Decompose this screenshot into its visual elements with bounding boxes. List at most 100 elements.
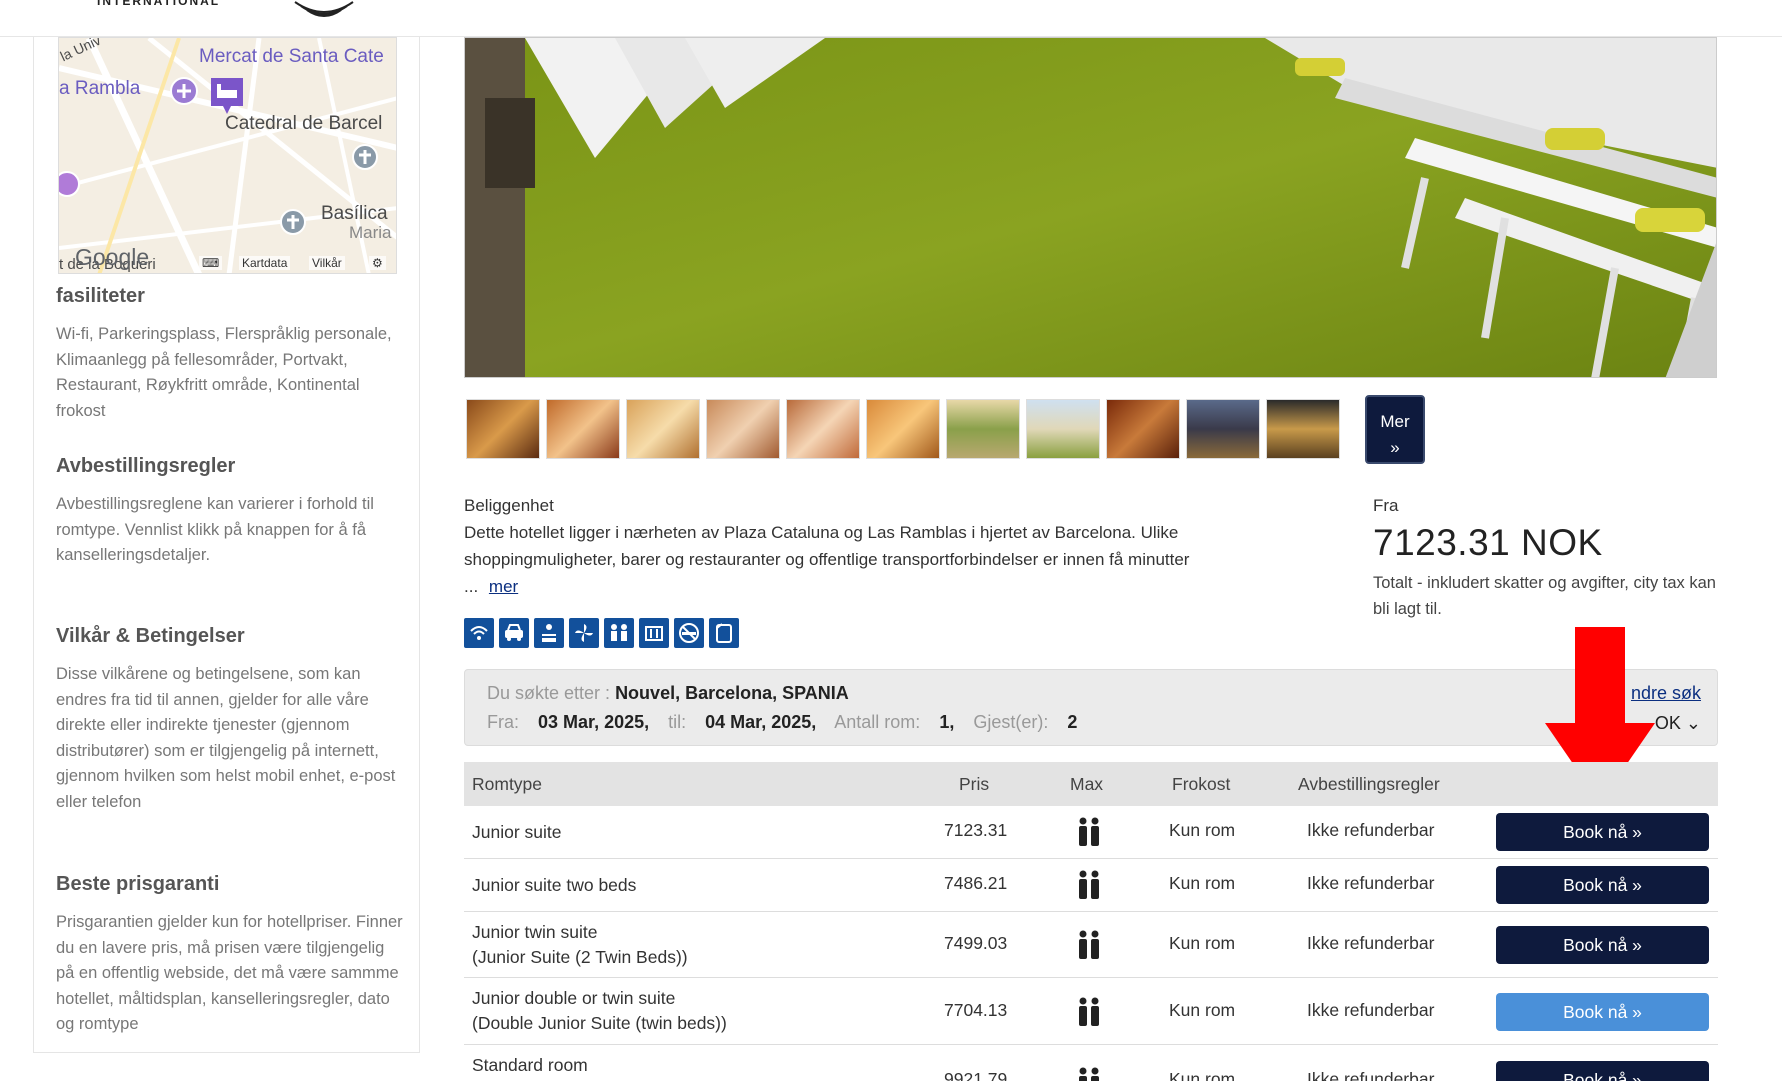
room-name: Junior suite — [472, 822, 562, 842]
google-logo: Google — [75, 244, 150, 270]
header-breakfast: Frokost — [1172, 774, 1231, 794]
terms-text: Disse vilkårene og betingelsene, som kan… — [56, 665, 396, 811]
thumbnail[interactable] — [1266, 399, 1340, 459]
room-name-block: Junior twin suite (Junior Suite (2 Twin … — [472, 920, 688, 970]
keyboard-icon[interactable]: ⌨ — [199, 256, 223, 270]
facilities-section: fasiliteter Wi-fi, Parkeringsplass, Fler… — [56, 285, 406, 424]
price-guarantee-section: Beste prisgaranti Prisgarantien gjelder … — [56, 873, 406, 1038]
facilities-title: fasiliteter — [56, 285, 145, 307]
chevron-down-icon: ⌄ — [1685, 713, 1701, 733]
rooms-label: Antall rom: — [834, 712, 921, 732]
header-cancellation: Avbestillingsregler — [1298, 774, 1440, 794]
thumbnail[interactable] — [1026, 399, 1100, 459]
two-persons-icon — [1079, 930, 1099, 959]
gear-icon[interactable]: ⚙ — [369, 256, 386, 270]
two-persons-icon — [1079, 997, 1099, 1026]
cancellation-info: Ikke refunderbar — [1307, 820, 1435, 840]
price-note: Totalt - inkludert skatter og avgifter, … — [1373, 574, 1716, 618]
thumbnail[interactable] — [1106, 399, 1180, 459]
breakfast-info: Kun rom — [1169, 1000, 1236, 1020]
table-row: Junior double or twin suite (Double Juni… — [464, 978, 1718, 1045]
map-label: Basílica — [321, 203, 388, 224]
concierge-icon — [534, 618, 564, 648]
room-name: Junior twin suite — [472, 922, 598, 942]
thumbnail[interactable] — [866, 399, 940, 459]
guests-value: 2 — [1067, 712, 1078, 732]
thumbnail[interactable] — [466, 399, 540, 459]
thumbnail[interactable] — [1186, 399, 1260, 459]
breakfast-info: Kun rom — [1169, 1069, 1236, 1081]
church-marker-icon[interactable] — [351, 143, 379, 171]
two-persons-icon — [1079, 817, 1099, 846]
room-price: 9921.79 — [944, 1069, 1008, 1081]
cancellation-info: Ikke refunderbar — [1307, 1000, 1435, 1020]
read-more-link[interactable]: mer — [489, 577, 518, 596]
room-name: Standard room — [472, 1055, 588, 1075]
hospital-marker-icon[interactable] — [169, 76, 199, 106]
thumbnail[interactable] — [946, 399, 1020, 459]
room-price: 7486.21 — [944, 873, 1008, 893]
cancellation-title: Avbestillingsregler — [56, 455, 236, 477]
air-conditioning-icon — [569, 618, 599, 648]
hotel-main-photo[interactable] — [464, 37, 1717, 378]
cancellation-info: Ikke refunderbar — [1307, 1069, 1435, 1081]
to-value: 04 Mar, 2025, — [705, 712, 817, 732]
total-price: 7123.31 NOK — [1373, 522, 1603, 563]
from-value: 03 Mar, 2025, — [538, 712, 650, 732]
location-map[interactable]: Mercat de Santa Cate a Rambla Catedral d… — [58, 37, 397, 274]
searched-for: Du søkte etter : Nouvel, Barcelona, SPAN… — [487, 683, 849, 704]
to-label: til: — [668, 712, 687, 732]
currency-value: OK — [1654, 713, 1681, 733]
thumbnail[interactable] — [546, 399, 620, 459]
cancellation-text: Avbestillingsreglene kan varierer i forh… — [56, 495, 374, 564]
location-ellipsis: ... — [464, 577, 479, 596]
multilingual-staff-icon — [604, 618, 634, 648]
thumbnail[interactable] — [786, 399, 860, 459]
book-now-button[interactable]: Book nå » — [1496, 993, 1709, 1031]
map-terms-link[interactable]: Vilkår — [309, 256, 345, 270]
restaurant-icon — [639, 618, 669, 648]
book-now-button[interactable]: Book nå » — [1496, 926, 1709, 964]
search-summary: Du søkte etter : Nouvel, Barcelona, SPAN… — [464, 669, 1718, 746]
price-guarantee-title: Beste prisgaranti — [56, 873, 220, 895]
museum-marker-icon[interactable] — [59, 170, 83, 198]
guest-count: Gjest(er): 2 — [973, 712, 1077, 732]
more-photos-button[interactable]: Mer » — [1365, 395, 1425, 464]
location-description: Dette hotellet ligger i nærheten av Plaz… — [464, 519, 1294, 600]
facilities-text: Wi-fi, Parkeringsplass, Flerspråklig per… — [56, 325, 392, 420]
thumbnail[interactable] — [626, 399, 700, 459]
room-subtitle: (Junior Suite (2 Twin Beds)) — [472, 947, 688, 967]
thumbnail[interactable] — [706, 399, 780, 459]
from-label: Fra: — [487, 712, 520, 732]
room-name: Junior suite two beds — [472, 875, 637, 895]
two-persons-icon — [1079, 1067, 1099, 1081]
guests-label: Gjest(er): — [973, 712, 1049, 732]
church-marker-icon[interactable] — [279, 208, 307, 236]
parking-icon — [499, 618, 529, 648]
location-title: Beliggenhet — [464, 496, 554, 515]
map-data-link[interactable]: Kartdata — [239, 256, 291, 270]
price-from-label: Fra — [1373, 496, 1399, 515]
searched-value: Nouvel, Barcelona, SPANIA — [615, 683, 849, 703]
book-now-button[interactable]: Book nå » — [1496, 813, 1709, 851]
book-now-button[interactable]: Book nå » — [1496, 866, 1709, 904]
book-now-button[interactable]: Book nå » — [1496, 1061, 1709, 1081]
rooms-table: Romtype Pris Max Frokost Avbestillingsre… — [464, 762, 1718, 1081]
from-date: Fra: 03 Mar, 2025, — [487, 712, 649, 732]
header-max: Max — [1070, 774, 1104, 794]
sidebar: Mercat de Santa Cate a Rambla Catedral d… — [33, 37, 420, 1053]
breakfast-info: Kun rom — [1169, 933, 1236, 953]
terrace-illustration — [465, 38, 1716, 377]
currency-select[interactable]: OK ⌄ — [1655, 713, 1701, 734]
table-row: Junior suite two beds 7486.21 Kun rom Ik… — [464, 859, 1718, 912]
cancellation-info: Ikke refunderbar — [1307, 873, 1435, 893]
map-label: Mercat de Santa Cate — [199, 46, 384, 67]
logo-text: INTERNATIONAL — [97, 0, 221, 8]
search-details: Fra: 03 Mar, 2025, til: 04 Mar, 2025, An… — [487, 712, 1091, 733]
searched-label: Du søkte etter : — [487, 683, 611, 703]
table-row: Junior twin suite (Junior Suite (2 Twin … — [464, 912, 1718, 978]
map-label: a Rambla — [59, 78, 141, 99]
price-summary: Fra 7123.31 NOK Totalt - inkludert skatt… — [1373, 496, 1718, 622]
hotel-marker-icon[interactable] — [209, 76, 245, 116]
table-row: Standard room 9921.79 Kun rom Ikke refun… — [464, 1045, 1718, 1081]
